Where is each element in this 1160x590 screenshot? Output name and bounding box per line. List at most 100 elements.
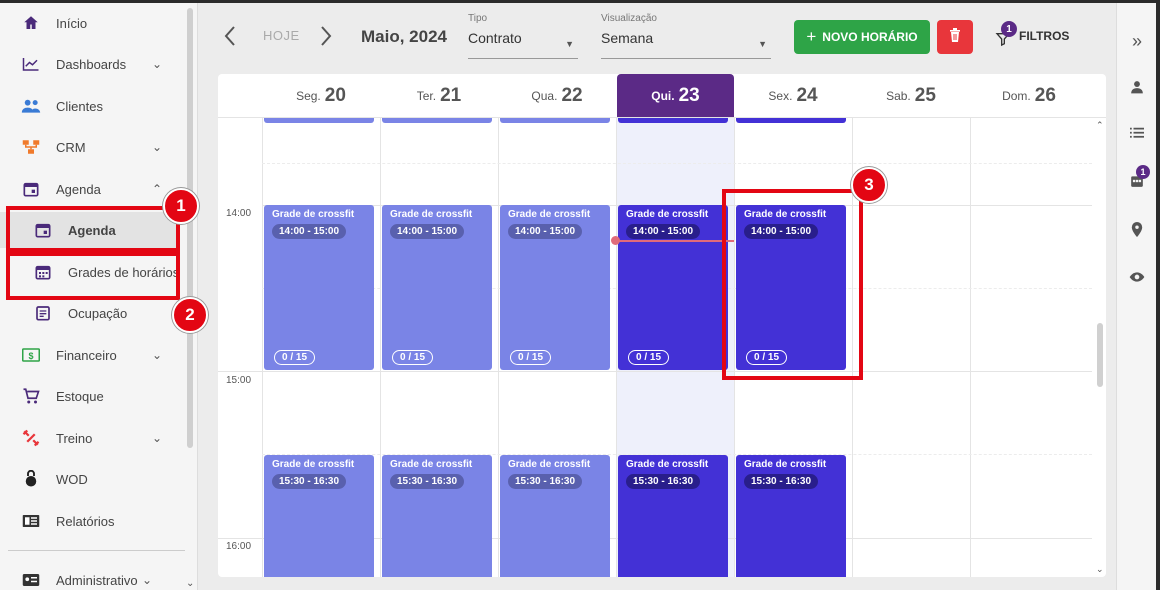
sidebar-item-label: Administrativo [56, 572, 138, 588]
sidebar-item-wod[interactable]: WOD [0, 461, 180, 497]
sidebar-item-ocupacao[interactable]: Ocupação [0, 295, 180, 331]
sidebar-item-crm[interactable]: CRM ⌄ [0, 129, 180, 165]
double-chevron-right-icon[interactable]: » [1127, 31, 1147, 51]
map-pin-icon[interactable] [1127, 219, 1147, 239]
event-time: 14:00 - 15:00 [508, 224, 583, 239]
event-time: 14:00 - 15:00 [626, 224, 701, 239]
event-card[interactable]: Grade de crossfit 15:30 - 16:30 [382, 455, 492, 577]
event-time: 15:30 - 16:30 [272, 474, 347, 489]
annotation-number: 2 [172, 297, 208, 333]
chevron-down-icon: ⌄ [151, 348, 162, 362]
event-stub[interactable] [500, 118, 610, 123]
event-card[interactable]: Grade de crossfit 14:00 - 15:00 0 / 15 [382, 205, 492, 370]
list-icon[interactable] [1127, 123, 1147, 143]
day-header-sat[interactable]: Sab. 25 [852, 74, 970, 117]
chart-line-icon [20, 53, 42, 75]
filters-label: FILTROS [1019, 29, 1070, 43]
time-label: 15:00 [226, 375, 252, 386]
sidebar-scrollbar[interactable] [187, 8, 193, 448]
tipo-select[interactable]: Tipo Contrato ▼ [468, 13, 578, 59]
chevron-down-icon: ⌄ [151, 431, 162, 445]
event-capacity: 0 / 15 [510, 350, 552, 365]
event-title: Grade de crossfit [508, 209, 591, 220]
day-header-mon[interactable]: Seg. 20 [262, 74, 380, 117]
chevron-down-icon[interactable]: ⌄ [1096, 564, 1104, 575]
sidebar-item-estoque[interactable]: Estoque [0, 378, 180, 414]
event-card[interactable]: Grade de crossfit 14:00 - 15:00 0 / 15 [264, 205, 374, 370]
event-time: 14:00 - 15:00 [272, 224, 347, 239]
calendar-icon [32, 219, 54, 241]
day-number: 24 [796, 84, 818, 106]
filters-button[interactable]: 1 FILTROS [995, 21, 1070, 47]
sidebar-item-label: WOD [56, 471, 88, 487]
event-stub[interactable] [618, 118, 728, 123]
event-card[interactable]: Grade de crossfit 15:30 - 16:30 [736, 455, 846, 577]
event-card[interactable]: Grade de crossfit 14:00 - 15:00 0 / 15 [618, 205, 728, 370]
scrollbar-thumb[interactable] [1097, 323, 1103, 387]
time-label: 16:00 [226, 541, 252, 552]
today-button[interactable]: HOJE [263, 28, 300, 43]
person-icon[interactable] [1127, 77, 1147, 97]
event-stub[interactable] [382, 118, 492, 123]
chevron-down-icon[interactable]: ⌄ [186, 578, 194, 589]
sidebar-item-label: Clientes [56, 98, 103, 114]
chevron-up-icon[interactable]: ⌃ [1096, 120, 1104, 131]
sidebar-item-clientes[interactable]: Clientes [0, 88, 180, 124]
rail-badge: 1 [1136, 165, 1150, 179]
sidebar-item-treino[interactable]: Treino ⌄ [0, 420, 180, 456]
home-icon [20, 12, 42, 34]
previous-week-button[interactable] [223, 25, 237, 53]
grid-line [970, 118, 971, 577]
calendar-icon[interactable]: 1 [1127, 165, 1150, 191]
day-header-fri[interactable]: Sex. 24 [734, 74, 852, 117]
event-title: Grade de crossfit [508, 459, 591, 470]
event-stub[interactable] [264, 118, 374, 123]
day-number: 20 [324, 84, 346, 106]
event-capacity: 0 / 15 [274, 350, 316, 365]
visualizacao-select[interactable]: Visualização Semana ▼ [601, 13, 771, 59]
event-card[interactable]: Grade de crossfit 14:00 - 15:00 0 / 15 [736, 205, 846, 370]
event-capacity: 0 / 15 [392, 350, 434, 365]
day-header-tue[interactable]: Ter. 21 [380, 74, 498, 117]
event-title: Grade de crossfit [272, 209, 355, 220]
event-card[interactable]: Grade de crossfit 14:00 - 15:00 0 / 15 [500, 205, 610, 370]
day-header-sun[interactable]: Dom. 26 [970, 74, 1088, 117]
event-time: 15:30 - 16:30 [390, 474, 465, 489]
next-week-button[interactable] [319, 25, 333, 53]
sidebar-item-label: Agenda [56, 181, 101, 197]
report-icon [20, 510, 42, 532]
sidebar-item-dashboards[interactable]: Dashboards ⌄ [0, 46, 180, 82]
sidebar-item-administrativo[interactable]: Administrativo ⌄ [0, 562, 180, 590]
time-grid[interactable]: 14:00 15:00 16:00 Grade de crossfit 14:0… [218, 117, 1106, 577]
week-calendar: Seg. 20 Ter. 21 Qua. 22 Qui. 23 Sex. 24 Sab. 2… [218, 74, 1106, 577]
event-card[interactable]: Grade de crossfit 15:30 - 16:30 [500, 455, 610, 577]
day-name: Sex. [768, 88, 793, 103]
visualizacao-value: Semana [601, 30, 654, 46]
event-stub[interactable] [736, 118, 846, 123]
grid-line [380, 118, 381, 577]
calendar-scrollbar[interactable]: ⌃ ⌄ [1094, 118, 1106, 577]
sidebar-item-agenda-group[interactable]: Agenda ⌃ [0, 171, 180, 207]
visualizacao-label: Visualização [601, 13, 657, 24]
day-header-wed[interactable]: Qua. 22 [498, 74, 616, 117]
event-title: Grade de crossfit [390, 459, 473, 470]
delete-button[interactable] [937, 20, 973, 54]
event-card[interactable]: Grade de crossfit 15:30 - 16:30 [618, 455, 728, 577]
sidebar-item-label: Início [56, 15, 88, 31]
sidebar: Início Dashboards ⌄ Clientes CRM ⌄ Agend… [0, 3, 198, 590]
sidebar-item-label: Dashboards [56, 56, 127, 72]
day-header-thu-today[interactable]: Qui. 23 [617, 74, 734, 117]
annotation-number: 1 [163, 188, 199, 224]
grid-line [262, 163, 1092, 164]
sidebar-item-relatorios[interactable]: Relatórios [0, 503, 180, 539]
novo-horario-button[interactable]: + NOVO HORÁRIO [794, 20, 930, 54]
sidebar-item-inicio[interactable]: Início [0, 5, 180, 41]
sidebar-item-grades-de-horarios[interactable]: Grades de horários [0, 254, 180, 290]
sidebar-item-financeiro[interactable]: $ Financeiro ⌄ [0, 337, 180, 373]
eye-icon[interactable] [1127, 267, 1147, 287]
novo-horario-label: NOVO HORÁRIO [822, 30, 918, 44]
svg-text:$: $ [28, 351, 33, 361]
sidebar-item-agenda[interactable]: Agenda [0, 212, 178, 248]
event-card[interactable]: Grade de crossfit 15:30 - 16:30 [264, 455, 374, 577]
grid-line [262, 118, 263, 577]
